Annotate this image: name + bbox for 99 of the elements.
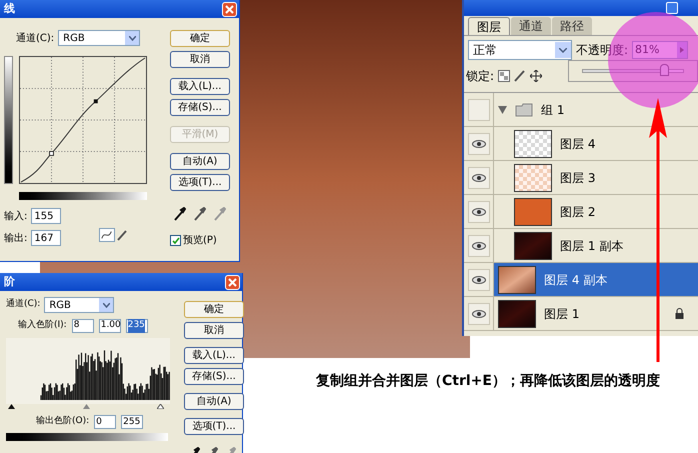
caption-text: 复制组并合并图层（Ctrl+E）；再降低该图层的透明度 bbox=[316, 373, 660, 389]
curve-tool-icon[interactable] bbox=[99, 228, 116, 242]
dropdown-button[interactable] bbox=[555, 42, 571, 58]
dialog-button[interactable]: 选项(T)... bbox=[184, 418, 244, 435]
curve-graph[interactable] bbox=[19, 56, 147, 184]
value-field[interactable]: 167 bbox=[31, 230, 62, 246]
eye-icon bbox=[472, 276, 486, 284]
dialog-button[interactable]: 自动(A) bbox=[184, 393, 244, 410]
layer-name: 图层 2 bbox=[560, 204, 596, 220]
channel-label: 通道(C): bbox=[6, 298, 40, 312]
dialog-button[interactable]: 存储(S)... bbox=[170, 99, 230, 116]
layer-row[interactable]: 图层 1 bbox=[494, 297, 698, 330]
dialog-button[interactable]: 自动(A) bbox=[170, 153, 230, 170]
panel-tab[interactable]: 路径 bbox=[552, 17, 592, 35]
layer-name: 组 1 bbox=[541, 102, 564, 118]
folder-icon bbox=[515, 102, 533, 116]
lock-transparency-icon[interactable] bbox=[498, 70, 510, 82]
eyedropper-icon[interactable] bbox=[174, 207, 186, 221]
panel-tab[interactable]: 图层 bbox=[468, 17, 510, 35]
channel-select[interactable]: RGB bbox=[58, 30, 140, 46]
dialog-button[interactable]: 确定 bbox=[184, 301, 244, 318]
checkbox[interactable] bbox=[170, 235, 181, 246]
visibility-toggle[interactable] bbox=[468, 98, 490, 120]
layer-name: 图层 3 bbox=[560, 170, 596, 186]
field-label: 输出色阶(O): bbox=[36, 415, 90, 428]
visibility-toggle[interactable] bbox=[468, 302, 490, 324]
eye-icon bbox=[472, 310, 486, 318]
window-title: 线 bbox=[4, 0, 15, 17]
move-icon[interactable] bbox=[530, 70, 542, 82]
layer-row[interactable]: 图层 1 副本 bbox=[494, 229, 698, 262]
dialog-button[interactable]: 选项(T)... bbox=[170, 174, 230, 191]
eye-icon bbox=[472, 208, 486, 216]
lock-label: 锁定: bbox=[466, 68, 494, 85]
value-field[interactable]: 255 bbox=[121, 415, 144, 429]
panel-tab[interactable]: 通道 bbox=[511, 17, 551, 35]
layer-name: 图层 4 bbox=[560, 136, 596, 152]
visibility-toggle[interactable] bbox=[468, 132, 490, 154]
dialog-button[interactable]: 取消 bbox=[184, 322, 244, 339]
slider-toggle-button[interactable] bbox=[677, 42, 688, 58]
channel-label: 通道(C): bbox=[16, 32, 54, 46]
layer-name: 图层 4 副本 bbox=[544, 272, 608, 288]
close-icon bbox=[228, 278, 237, 286]
opacity-field[interactable]: 81% bbox=[632, 41, 688, 59]
caret-icon bbox=[128, 36, 136, 40]
layer-thumbnail bbox=[514, 232, 552, 260]
arrow-right-icon bbox=[680, 47, 684, 53]
field-value: 235 bbox=[128, 319, 145, 333]
value-field[interactable]: 155 bbox=[31, 208, 62, 224]
disclosure-triangle-icon[interactable] bbox=[498, 106, 507, 114]
dialog-button[interactable]: 确定 bbox=[170, 30, 230, 47]
field-label: 输出: bbox=[4, 232, 28, 246]
field-label: 输入色阶(I): bbox=[18, 319, 67, 332]
pencil-icon[interactable] bbox=[117, 229, 128, 241]
field-label: 输入: bbox=[4, 210, 28, 224]
layer-name: 图层 1 副本 bbox=[560, 238, 624, 254]
brush-icon[interactable] bbox=[514, 70, 526, 82]
visibility-toggle[interactable] bbox=[468, 234, 490, 256]
caret-icon bbox=[102, 302, 110, 308]
close-button[interactable] bbox=[225, 274, 240, 290]
dialog-button[interactable]: 存储(S)... bbox=[184, 368, 244, 385]
minimize-button[interactable] bbox=[666, 2, 678, 14]
layer-row[interactable]: 图层 4 bbox=[494, 127, 698, 160]
layer-thumbnail bbox=[498, 300, 536, 328]
layer-thumbnail bbox=[514, 164, 552, 192]
dropdown-button[interactable] bbox=[99, 298, 114, 312]
slider-thumb[interactable] bbox=[660, 64, 669, 76]
shadow-slider-thumb[interactable] bbox=[8, 404, 15, 409]
field-value: 8 bbox=[74, 319, 80, 332]
preview-checkbox[interactable]: 预览(P) bbox=[170, 233, 217, 248]
layer-thumbnail bbox=[514, 130, 552, 158]
value-field[interactable]: 235 bbox=[126, 319, 148, 333]
blend-mode-select[interactable]: 正常 bbox=[468, 40, 572, 60]
layer-row[interactable]: 组 1 bbox=[494, 93, 698, 126]
layer-thumbnail bbox=[498, 266, 536, 294]
close-button[interactable] bbox=[222, 2, 237, 16]
close-icon bbox=[225, 4, 234, 14]
layer-row[interactable]: 图层 2 bbox=[494, 195, 698, 228]
dialog-button[interactable]: 取消 bbox=[170, 51, 230, 68]
visibility-toggle[interactable] bbox=[468, 200, 490, 222]
visibility-toggle[interactable] bbox=[468, 268, 490, 290]
dropdown-button[interactable] bbox=[125, 31, 140, 45]
layer-thumbnail bbox=[514, 198, 552, 226]
checkmark-icon bbox=[172, 236, 180, 244]
dialog-button[interactable]: 载入(L)... bbox=[170, 78, 230, 95]
eye-icon bbox=[472, 174, 486, 182]
eyedropper-icon[interactable] bbox=[194, 207, 206, 221]
value-field[interactable]: 0 bbox=[94, 415, 116, 429]
layer-name: 图层 1 bbox=[544, 306, 580, 322]
window-title: 阶 bbox=[4, 274, 15, 290]
eye-icon bbox=[472, 140, 486, 148]
channel-select[interactable]: RGB bbox=[44, 297, 114, 313]
dialog-button[interactable]: 载入(L)... bbox=[184, 347, 244, 364]
lock-icon bbox=[675, 308, 684, 319]
visibility-toggle[interactable] bbox=[468, 166, 490, 188]
layer-row[interactable]: 图层 3 bbox=[494, 161, 698, 194]
value-field[interactable]: 8 bbox=[72, 319, 94, 333]
eye-icon bbox=[472, 242, 486, 250]
caret-icon bbox=[559, 48, 567, 52]
opacity-label: 不透明度: bbox=[576, 42, 628, 59]
